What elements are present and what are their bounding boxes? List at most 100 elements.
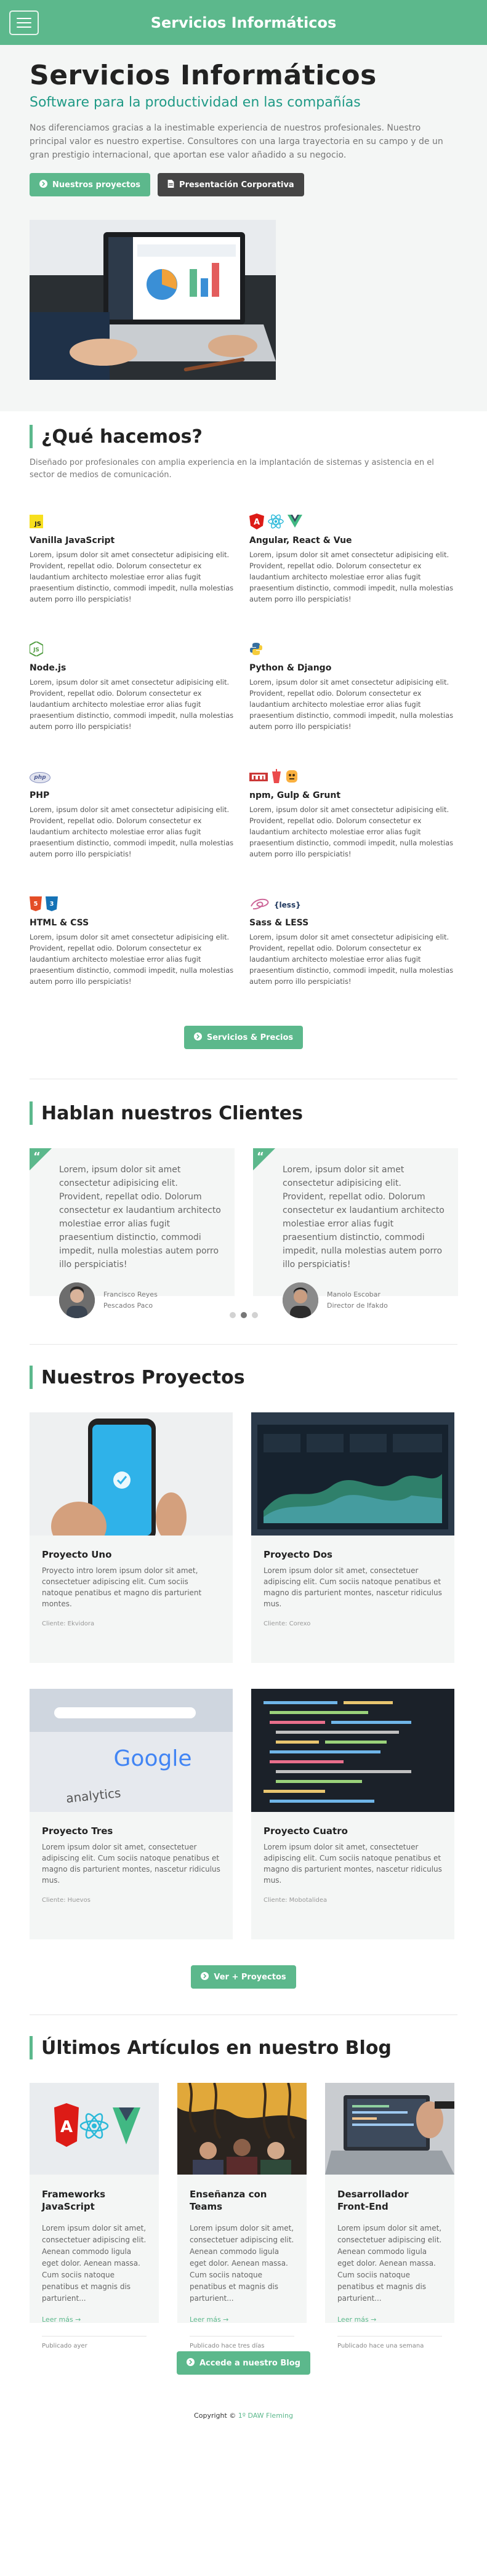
- tech-title: Python & Django: [249, 663, 332, 673]
- hamburger-icon[interactable]: [9, 10, 39, 35]
- testimonial-text: Lorem, ipsum dolor sit amet consectetur …: [283, 1165, 445, 1270]
- services-button[interactable]: Servicios & Precios: [183, 1026, 304, 1049]
- tech-text: Lorem, ipsum dolor sit amet consectetur …: [249, 933, 454, 986]
- projects-grid: Proyecto Uno Proyecto intro lorem ipsum …: [30, 1412, 457, 1939]
- blog-image: A: [30, 2083, 159, 2175]
- tech-title: Node.js: [30, 663, 66, 673]
- svg-text:JS: JS: [33, 647, 39, 653]
- blog-post-meta: Publicado hace una semana: [337, 2336, 442, 2349]
- grunt-icon: [285, 769, 299, 786]
- services-button-wrap: Servicios & Precios: [30, 1026, 457, 1049]
- blog-post-text: Lorem ipsum dolor sit amet, consectetuer…: [42, 2224, 147, 2303]
- read-more-link[interactable]: Leer más →: [337, 2316, 442, 2324]
- carousel-dot[interactable]: [229, 1312, 236, 1318]
- projects-button-label: Nuestros proyectos: [52, 180, 141, 190]
- arrow-circle-right-icon: [187, 2357, 195, 2369]
- que-hacemos-heading: ¿Qué hacemos?: [30, 425, 457, 448]
- hero-subtitle: Software para la productividad en las co…: [30, 95, 361, 110]
- project-card[interactable]: Proyecto Cuatro Lorem ipsum dolor sit am…: [251, 1689, 454, 1939]
- blog-post-card[interactable]: Enseñanza con Teams Lorem ipsum dolor si…: [177, 2083, 307, 2349]
- blog-heading: Últimos Artículos en nuestro Blog: [30, 2036, 457, 2059]
- blog-post-title[interactable]: Frameworks JavaScript: [42, 2188, 147, 2213]
- tech-text: Lorem, ipsum dolor sit amet consectetur …: [30, 933, 234, 986]
- projects-button[interactable]: Nuestros proyectos: [30, 173, 151, 196]
- project-card[interactable]: Proyecto Dos Lorem ipsum dolor sit amet,…: [251, 1412, 454, 1663]
- tech-title: HTML & CSS: [30, 918, 89, 928]
- tech-title: npm, Gulp & Grunt: [249, 791, 341, 800]
- project-title: Proyecto Dos: [264, 1549, 332, 1560]
- project-image: [30, 1412, 233, 1536]
- proyectos-title: Nuestros Proyectos: [41, 1366, 245, 1388]
- sass-icon: [249, 897, 270, 913]
- presentation-button-label: Presentación Corporativa: [179, 180, 294, 190]
- testimonial-author: Manolo Escobar Director de Ifakdo: [283, 1282, 446, 1318]
- tech-title: Vanilla JavaScript: [30, 536, 115, 545]
- blog-button-label: Accede a nuestro Blog: [199, 2358, 300, 2368]
- page: Servicios Informáticos Servicios Informá…: [0, 0, 487, 2576]
- testimonial-card: “ Lorem, ipsum dolor sit amet consectetu…: [253, 1148, 458, 1318]
- presentation-button[interactable]: Presentación Corporativa: [158, 173, 304, 196]
- blog-post-text: Lorem ipsum dolor sit amet, consectetuer…: [190, 2224, 294, 2303]
- carousel-dot-active[interactable]: [240, 1312, 247, 1318]
- project-client: Cliente: Mobotalidea: [264, 1897, 328, 1904]
- read-more-link[interactable]: Leer más →: [42, 2316, 147, 2324]
- tech-text: Lorem, ipsum dolor sit amet consectetur …: [249, 550, 454, 603]
- read-more-link[interactable]: Leer más →: [190, 2316, 294, 2324]
- project-card[interactable]: Proyecto Uno Proyecto intro lorem ipsum …: [30, 1412, 233, 1663]
- tech-item-preprocessors: {less} Sass & LESS Lorem, ipsum dolor si…: [249, 896, 458, 1023]
- tech-text: Lorem, ipsum dolor sit amet consectetur …: [249, 805, 454, 858]
- php-icon: php: [30, 772, 50, 783]
- svg-text:3: 3: [50, 901, 54, 908]
- tech-item-html-css: 5 3 HTML & CSS Lorem, ipsum dolor sit am…: [30, 896, 238, 1023]
- blog-post-meta: Publicado hace tres días: [190, 2336, 294, 2349]
- project-image: Google analytics: [30, 1689, 233, 1812]
- navbar: Servicios Informáticos: [0, 0, 487, 45]
- tech-text: Lorem, ipsum dolor sit amet consectetur …: [249, 678, 454, 731]
- avatar: [283, 1282, 318, 1318]
- arrow-circle-right-icon: [193, 1032, 202, 1043]
- blog-button[interactable]: Accede a nuestro Blog: [177, 2351, 310, 2375]
- php-icon-label: php: [34, 775, 46, 781]
- copyright-text: Copyright ©: [194, 2412, 236, 2420]
- clientes-heading: Hablan nuestros Clientes: [30, 1101, 457, 1125]
- html5-icon: 5: [30, 896, 42, 914]
- tech-text: Lorem, ipsum dolor sit amet consectetur …: [30, 678, 234, 731]
- svg-text:5: 5: [34, 901, 38, 908]
- css3-icon: 3: [46, 896, 58, 914]
- technologies-grid: JS Vanilla JavaScript Lorem, ipsum dolor…: [29, 513, 458, 1023]
- react-icon: [268, 514, 284, 531]
- carousel-dot[interactable]: [251, 1312, 258, 1318]
- more-projects-button[interactable]: Ver + Proyectos: [191, 1965, 296, 1989]
- blog-post-title[interactable]: Desarrollador Front-End: [337, 2188, 442, 2213]
- project-card[interactable]: Google analytics Proyecto Tres Lorem ipsu…: [30, 1689, 233, 1939]
- javascript-icon: JS: [30, 515, 43, 531]
- blog-grid: A Frameworks JavaScript Lorem ipsum dolo…: [30, 2083, 457, 2349]
- tech-item-javascript: JS Vanilla JavaScript Lorem, ipsum dolor…: [30, 513, 238, 641]
- tech-item-python: Python & Django Lorem, ipsum dolor sit a…: [249, 641, 458, 768]
- blog-post-meta: Publicado ayer: [42, 2336, 147, 2349]
- blog-post-card[interactable]: A Frameworks JavaScript Lorem ipsum dolo…: [30, 2083, 159, 2349]
- company-link[interactable]: 1º DAW Fleming: [238, 2412, 293, 2420]
- testimonial-name: Francisco Reyes: [103, 1290, 158, 1298]
- blog-post-card[interactable]: Desarrollador Front-End Lorem ipsum dolo…: [325, 2083, 454, 2349]
- tech-title: PHP: [30, 791, 50, 800]
- quote-icon: “: [33, 1150, 41, 1163]
- clientes-title: Hablan nuestros Clientes: [41, 1102, 303, 1124]
- testimonial-role: Director de Ifakdo: [327, 1302, 388, 1310]
- svg-text:Google: Google: [114, 1746, 192, 1771]
- npm-icon: [249, 772, 268, 784]
- testimonial-card: “ Lorem, ipsum dolor sit amet consectetu…: [30, 1148, 235, 1318]
- hero-title: Servicios Informáticos: [30, 60, 377, 91]
- project-client: Cliente: Ekvidora: [42, 1620, 95, 1627]
- brand-link[interactable]: Servicios Informáticos: [151, 14, 337, 31]
- que-hacemos-intro: Diseñado por profesionales con amplia ex…: [30, 458, 434, 480]
- blog-post-title[interactable]: Enseñanza con Teams: [190, 2188, 294, 2213]
- gulp-icon: [272, 769, 281, 786]
- project-image: [251, 1689, 454, 1812]
- tech-title: Sass & LESS: [249, 918, 309, 928]
- blog-image: [177, 2083, 307, 2175]
- hero-image: [30, 220, 276, 380]
- file-icon: [167, 179, 174, 190]
- avatar: [59, 1282, 95, 1318]
- tech-item-php: php PHP Lorem, ipsum dolor sit amet cons…: [30, 768, 238, 896]
